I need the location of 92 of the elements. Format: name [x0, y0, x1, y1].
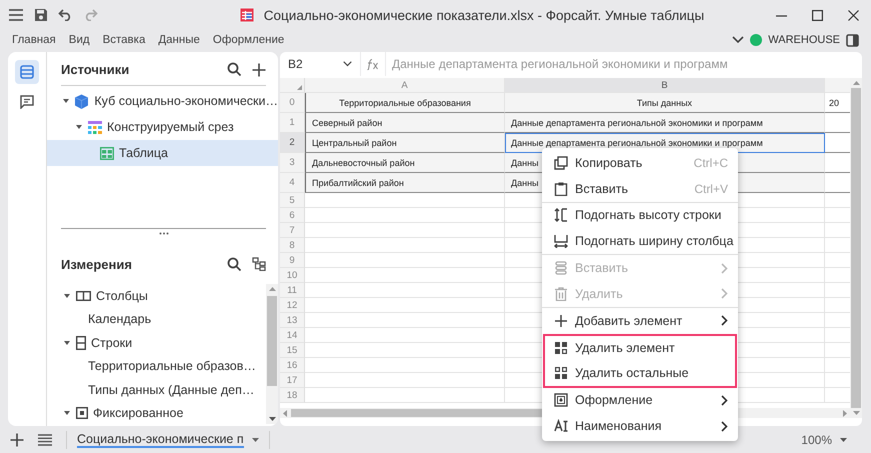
tree-item[interactable]: Фиксированное	[93, 406, 184, 420]
menu-item[interactable]: Данные	[158, 34, 200, 46]
menu-item[interactable]: Удалить остальные	[545, 360, 735, 386]
list-icon	[20, 65, 34, 79]
tree-item[interactable]: Куб социально-экономически…	[94, 94, 278, 108]
scroll-up-icon[interactable]	[268, 287, 276, 291]
tree-item[interactable]: Календарь	[88, 312, 152, 326]
clipboard-icon	[554, 182, 568, 196]
expand-arrow-icon[interactable]	[64, 294, 70, 298]
expand-arrow-icon[interactable]	[76, 125, 82, 129]
menu-item[interactable]: Подогнать ширину столбца	[542, 228, 738, 254]
table-cell[interactable]: Дальневосточный район	[305, 153, 505, 173]
maximize-icon[interactable]	[812, 10, 823, 20]
window-title: Социально-экономические показатели.xlsx - Форсайт. Умные таблицы	[264, 8, 704, 22]
menu-item[interactable]: Оформление	[212, 34, 284, 46]
menu-item[interactable]: Подогнать высоту строки	[542, 202, 738, 228]
side-panel-icon[interactable]	[846, 34, 859, 46]
table-cell[interactable]: Прибалтийский район	[305, 173, 505, 193]
panel-title: Измерения	[61, 256, 133, 272]
save-icon[interactable]	[34, 8, 48, 22]
row-header[interactable]: 2	[280, 133, 305, 153]
expand-arrow-icon[interactable]	[63, 99, 70, 103]
columns-icon	[76, 290, 91, 301]
scrollbar[interactable]	[266, 284, 278, 424]
tree-item[interactable]: Территориальные образов…	[88, 359, 256, 374]
tree-item[interactable]: Таблица	[119, 146, 168, 160]
tree-item[interactable]: Строки	[91, 336, 132, 350]
undo-icon[interactable]	[58, 9, 73, 21]
chevron-down-icon[interactable]	[732, 36, 744, 44]
scroll-down-icon[interactable]	[268, 417, 276, 421]
zoom-level[interactable]: 100%	[801, 432, 832, 446]
column-header[interactable]: B	[505, 78, 825, 93]
tree-item[interactable]: Типы данных (Данные деп…	[88, 382, 254, 397]
trash-icon	[554, 286, 568, 301]
chevron-down-icon[interactable]	[343, 60, 352, 68]
sheet-tab[interactable]: Социально-экономические п	[77, 432, 244, 448]
menu-item[interactable]: Вставка	[102, 34, 146, 46]
menu-item[interactable]: Удалить элемент	[545, 336, 735, 361]
table-cell[interactable]: Типы данных	[505, 93, 825, 113]
scroll-left-icon[interactable]	[283, 410, 287, 416]
scrollbar[interactable]	[850, 78, 862, 418]
cell-reference-field[interactable]: B2	[280, 52, 360, 76]
plus-icon	[554, 314, 568, 328]
comment-icon	[20, 95, 34, 109]
search-icon[interactable]	[227, 62, 242, 77]
table-icon	[100, 146, 114, 160]
function-icon	[366, 58, 380, 70]
row-height-icon	[554, 208, 568, 222]
grid-icon	[554, 341, 568, 356]
tree-item[interactable]: Столбцы	[96, 288, 148, 303]
table-cell[interactable]: Центральный район	[305, 133, 505, 153]
hierarchy-icon[interactable]	[252, 257, 266, 271]
insert-icon	[554, 261, 568, 276]
menu-item[interactable]: Копировать Ctrl+C	[542, 150, 738, 176]
menu-item[interactable]: Наименования	[542, 413, 738, 440]
caret-icon[interactable]	[252, 438, 259, 442]
caret-icon[interactable]	[840, 438, 847, 442]
scroll-up-icon[interactable]	[852, 81, 860, 85]
menu-icon[interactable]	[8, 8, 24, 22]
expand-arrow-icon[interactable]	[64, 411, 70, 416]
spreadsheet-icon	[240, 8, 254, 22]
sources-tab[interactable]	[15, 60, 39, 84]
expand-arrow-icon[interactable]	[64, 340, 70, 345]
panel-title: Источники	[61, 62, 130, 77]
menu-item[interactable]: Главная	[12, 34, 56, 46]
redo-icon[interactable]	[83, 9, 98, 21]
menu-item[interactable]: Оформление	[542, 388, 738, 414]
slice-icon	[88, 120, 102, 134]
connection-name[interactable]: WAREHOUSE	[768, 34, 840, 46]
menu-item[interactable]: Вид	[68, 34, 90, 46]
fixed-icon	[76, 407, 88, 420]
format-icon	[554, 393, 568, 408]
menu-item[interactable]: Вставить Ctrl+V	[542, 176, 738, 202]
splitter-handle-icon[interactable]	[158, 232, 168, 235]
scroll-right-icon[interactable]	[843, 410, 847, 416]
cube-icon	[74, 94, 90, 108]
grid-icon	[554, 366, 568, 380]
rows-icon	[76, 336, 86, 350]
add-icon[interactable]	[252, 62, 266, 76]
list-icon[interactable]	[38, 434, 52, 446]
table-cell[interactable]: Территориальные образования	[305, 93, 505, 113]
search-icon[interactable]	[227, 256, 242, 272]
column-width-icon	[554, 234, 568, 248]
text-icon	[554, 419, 568, 434]
add-sheet-icon[interactable]	[10, 432, 24, 446]
table-cell[interactable]: Северный район	[305, 113, 505, 133]
copy-icon	[554, 156, 568, 170]
close-icon[interactable]	[848, 10, 859, 20]
corner-icon[interactable]	[297, 85, 302, 90]
table-cell[interactable]: Данные департамента региональной экономики и программ	[505, 113, 825, 133]
tree-item[interactable]: Конструируемый срез	[107, 120, 234, 134]
menu-item[interactable]: Добавить элемент	[542, 308, 738, 334]
